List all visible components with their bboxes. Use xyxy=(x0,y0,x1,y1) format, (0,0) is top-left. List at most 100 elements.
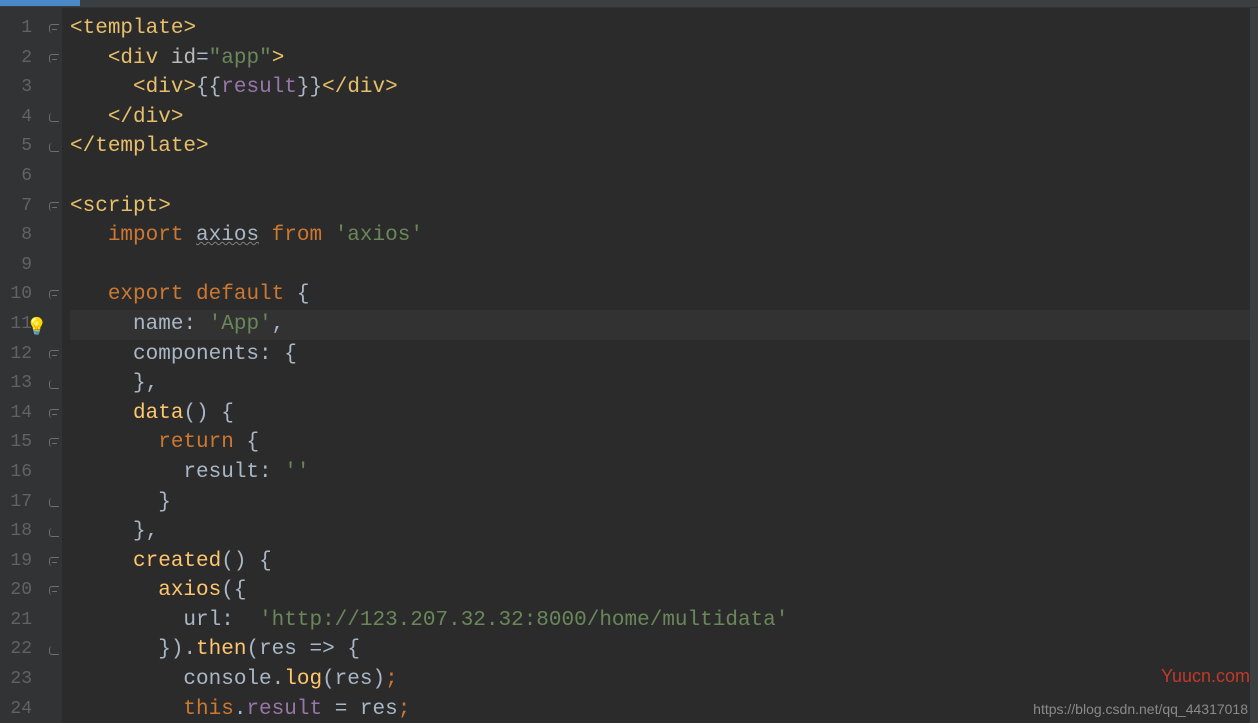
code-area[interactable]: <template> <div id="app"> <div>{{result}… xyxy=(62,8,1258,723)
code-line-current[interactable]: 💡 name: 'App', xyxy=(70,310,1258,340)
footer-url: https://blog.csdn.net/qq_44317018 xyxy=(1033,701,1248,717)
string-literal: '' xyxy=(284,461,309,484)
line-number: 16 xyxy=(0,458,46,488)
keyword-import: import xyxy=(108,224,184,247)
code-line[interactable]: import axios from 'axios' xyxy=(70,221,1258,251)
line-number-gutter: 1 2 3 4 5 6 7 8 9 10 11 12 13 14 15 16 1… xyxy=(0,8,46,723)
fold-open-icon[interactable] xyxy=(46,340,62,370)
prop-key: name xyxy=(133,313,183,336)
line-number: 8 xyxy=(0,221,46,251)
string-literal: 'App' xyxy=(209,313,272,336)
code-line[interactable]: axios({ xyxy=(70,576,1258,606)
fold-marker xyxy=(46,221,62,251)
line-number: 12 xyxy=(0,340,46,370)
active-tab-indicator[interactable] xyxy=(0,0,80,6)
prop-key: result xyxy=(183,461,259,484)
code-line[interactable]: </div> xyxy=(70,103,1258,133)
keyword-this: this xyxy=(183,698,233,721)
code-line[interactable]: data() { xyxy=(70,399,1258,429)
fold-close-icon[interactable] xyxy=(46,103,62,133)
method-name: created xyxy=(133,550,221,573)
code-line[interactable] xyxy=(70,162,1258,192)
keyword-from: from xyxy=(272,224,322,247)
code-line[interactable]: result: '' xyxy=(70,458,1258,488)
fold-marker xyxy=(46,162,62,192)
keyword-default: default xyxy=(196,283,284,306)
line-number: 21 xyxy=(0,606,46,636)
code-line[interactable]: <template> xyxy=(70,14,1258,44)
vertical-scrollbar[interactable] xyxy=(1250,8,1258,723)
lightbulb-icon[interactable]: 💡 xyxy=(26,314,47,344)
tag-name: template xyxy=(83,17,184,40)
method-name: data xyxy=(133,402,183,425)
fold-close-icon[interactable] xyxy=(46,488,62,518)
line-number: 17 xyxy=(0,488,46,518)
line-number: 6 xyxy=(0,162,46,192)
code-line[interactable]: </template> xyxy=(70,132,1258,162)
fold-gutter xyxy=(46,8,62,723)
line-number: 9 xyxy=(0,251,46,281)
code-line[interactable]: return { xyxy=(70,428,1258,458)
line-number: 10 xyxy=(0,280,46,310)
code-line[interactable]: <div>{{result}}</div> xyxy=(70,73,1258,103)
keyword-return: return xyxy=(158,431,234,454)
fold-open-icon[interactable] xyxy=(46,576,62,606)
fold-open-icon[interactable] xyxy=(46,14,62,44)
code-line[interactable]: components: { xyxy=(70,340,1258,370)
tag-open: < xyxy=(108,47,121,70)
code-line[interactable]: }, xyxy=(70,369,1258,399)
fold-marker xyxy=(46,606,62,636)
fold-marker xyxy=(46,73,62,103)
code-line[interactable]: export default { xyxy=(70,280,1258,310)
line-number: 1 xyxy=(0,14,46,44)
console-obj: console xyxy=(183,668,271,691)
prop-key: url xyxy=(183,609,221,632)
line-number: 3 xyxy=(0,73,46,103)
fold-close-icon[interactable] xyxy=(46,635,62,665)
fold-marker xyxy=(46,310,62,340)
tag-close: > xyxy=(183,17,196,40)
attr-name: id xyxy=(171,47,196,70)
fold-open-icon[interactable] xyxy=(46,280,62,310)
fold-marker xyxy=(46,665,62,695)
fold-open-icon[interactable] xyxy=(46,192,62,222)
member-prop: result xyxy=(246,698,322,721)
fold-close-icon[interactable] xyxy=(46,369,62,399)
fold-open-icon[interactable] xyxy=(46,399,62,429)
tab-bar xyxy=(0,0,1258,8)
code-line[interactable]: console.log(res); xyxy=(70,665,1258,695)
code-line[interactable]: }, xyxy=(70,517,1258,547)
param: res xyxy=(335,668,373,691)
code-line[interactable]: created() { xyxy=(70,547,1258,577)
attr-value: app xyxy=(221,47,259,70)
watermark-text: Yuucn.com xyxy=(1161,666,1250,687)
tag-name: div xyxy=(120,47,158,70)
line-number: 7 xyxy=(0,192,46,222)
mustache-var: result xyxy=(221,76,297,99)
code-line[interactable]: } xyxy=(70,488,1258,518)
code-line[interactable]: <div id="app"> xyxy=(70,44,1258,74)
code-line[interactable] xyxy=(70,251,1258,281)
fold-open-icon[interactable] xyxy=(46,44,62,74)
fold-marker xyxy=(46,458,62,488)
line-number: 22 xyxy=(0,635,46,665)
line-number: 15 xyxy=(0,428,46,458)
fold-open-icon[interactable] xyxy=(46,428,62,458)
fold-open-icon[interactable] xyxy=(46,547,62,577)
line-number: 24 xyxy=(0,695,46,723)
param: res xyxy=(259,638,297,661)
code-line[interactable]: url: 'http://123.207.32.32:8000/home/mul… xyxy=(70,606,1258,636)
line-number: 23 xyxy=(0,665,46,695)
fold-close-icon[interactable] xyxy=(46,517,62,547)
line-number: 18 xyxy=(0,517,46,547)
method-call: then xyxy=(196,638,246,661)
line-number: 14 xyxy=(0,399,46,429)
keyword-export: export xyxy=(108,283,184,306)
code-line[interactable]: <script> xyxy=(70,192,1258,222)
call-expr: axios xyxy=(158,579,221,602)
fold-close-icon[interactable] xyxy=(46,132,62,162)
code-line[interactable]: }).then(res => { xyxy=(70,635,1258,665)
tag-open: < xyxy=(70,17,83,40)
code-editor[interactable]: 1 2 3 4 5 6 7 8 9 10 11 12 13 14 15 16 1… xyxy=(0,8,1258,723)
method-call: log xyxy=(284,668,322,691)
